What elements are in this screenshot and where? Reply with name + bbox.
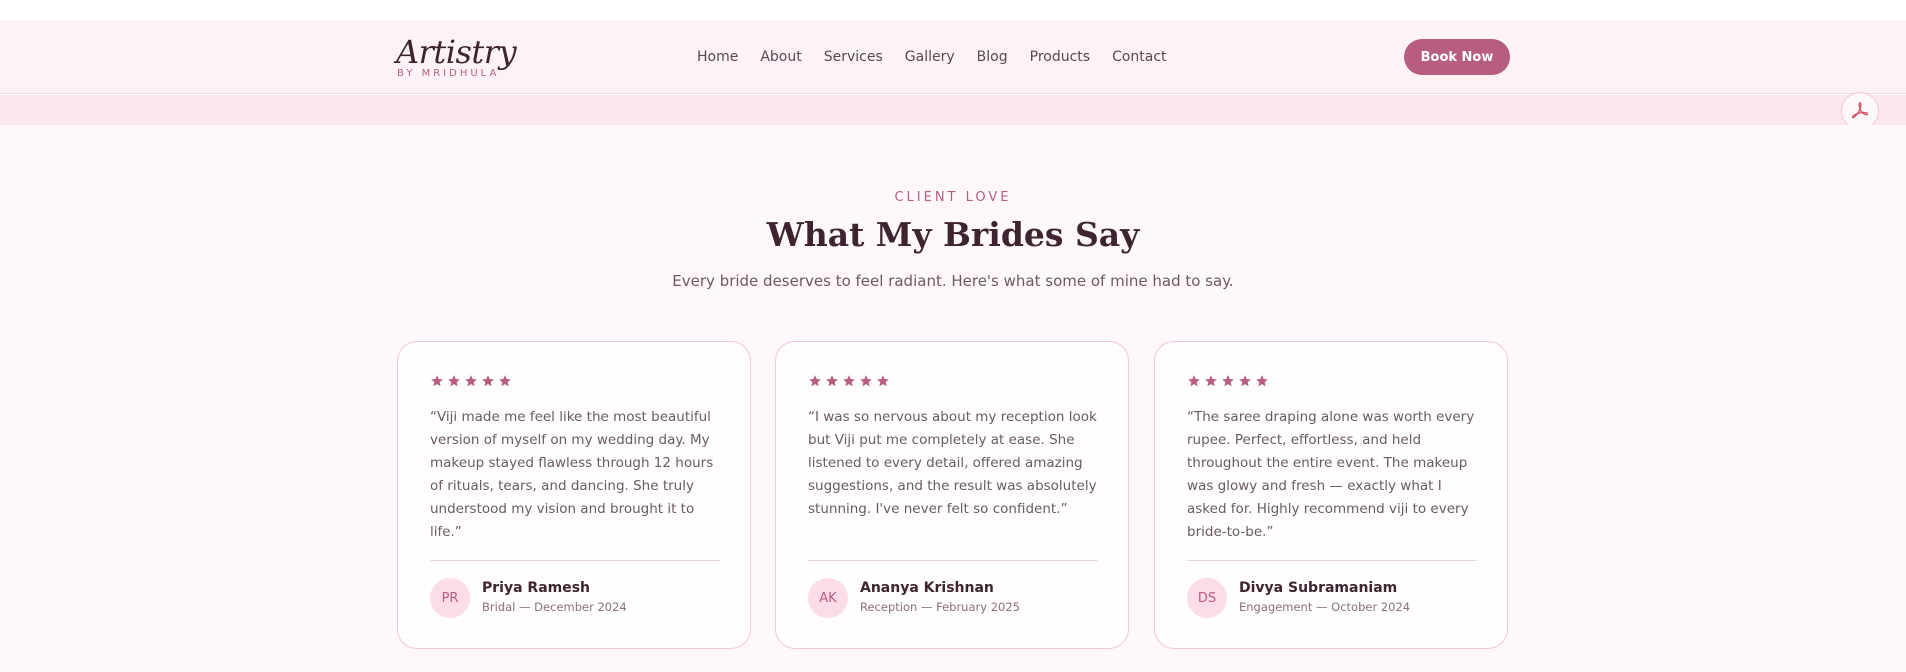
nav-item-products[interactable]: Products (1030, 49, 1090, 65)
site-header: Artistry BY MRIDHULA Home About Services… (0, 20, 1906, 94)
card-divider (1187, 560, 1477, 561)
star-icon (1222, 375, 1234, 387)
card-divider (430, 560, 720, 561)
reviewer-name: Ananya Krishnan (860, 580, 994, 596)
testimonial-quote: “Viji made me feel like the most beautif… (430, 409, 714, 540)
nav-item-gallery[interactable]: Gallery (905, 49, 955, 65)
reviewer-name: Divya Subramaniam (1239, 580, 1398, 596)
star-rating (430, 374, 512, 388)
star-icon (448, 375, 460, 387)
nav-item-home[interactable]: Home (697, 49, 738, 65)
star-icon (826, 375, 838, 387)
brand-logo[interactable]: Artistry BY MRIDHULA (396, 33, 517, 79)
testimonial-quote: “The saree draping alone was worth every… (1187, 409, 1475, 540)
star-icon (877, 375, 889, 387)
star-icon (1239, 375, 1251, 387)
avatar: DS (1187, 578, 1227, 618)
acrobat-pdf-icon (1851, 102, 1869, 119)
main-nav: Home About Services Gallery Blog Product… (697, 49, 1189, 65)
star-icon (843, 375, 855, 387)
star-icon (482, 375, 494, 387)
nav-item-services[interactable]: Services (824, 49, 883, 65)
avatar: PR (430, 578, 470, 618)
book-now-button[interactable]: Book Now (1404, 39, 1510, 75)
star-icon (431, 375, 443, 387)
testimonial-card: “I was so nervous about my reception loo… (775, 341, 1129, 649)
star-icon (1256, 375, 1268, 387)
top-blank-strip (0, 0, 1906, 20)
nav-item-about[interactable]: About (760, 49, 801, 65)
card-divider (808, 560, 1098, 561)
testimonial-card: “Viji made me feel like the most beautif… (397, 341, 751, 649)
section-eyebrow: CLIENT LOVE (894, 190, 1012, 205)
star-icon (1188, 375, 1200, 387)
star-icon (809, 375, 821, 387)
star-icon (1205, 375, 1217, 387)
nav-item-contact[interactable]: Contact (1112, 49, 1166, 65)
star-rating (1187, 374, 1269, 388)
page: Artistry BY MRIDHULA Home About Services… (0, 0, 1906, 672)
reviewer-meta: Bridal — December 2024 (482, 600, 627, 614)
nav-item-blog[interactable]: Blog (977, 49, 1008, 65)
brand-name: Artistry (396, 33, 517, 71)
star-icon (465, 375, 477, 387)
reviewer-name: Priya Ramesh (482, 580, 591, 596)
brand-tagline: BY MRIDHULA (397, 68, 500, 79)
reviewer-meta: Engagement — October 2024 (1239, 600, 1411, 614)
reviewer-meta: Reception — February 2025 (860, 600, 1020, 614)
star-icon (860, 375, 872, 387)
star-icon (499, 375, 511, 387)
section-subtitle: Every bride deserves to feel radiant. He… (672, 272, 1234, 290)
avatar: AK (808, 578, 848, 618)
testimonials-section: CLIENT LOVE What My Brides Say Every bri… (0, 125, 1906, 672)
star-rating (808, 374, 890, 388)
testimonial-quote: “I was so nervous about my reception loo… (808, 409, 1097, 517)
section-title: What My Brides Say (766, 215, 1140, 254)
announcement-band (0, 95, 1906, 125)
testimonial-card: “The saree draping alone was worth every… (1154, 341, 1508, 649)
